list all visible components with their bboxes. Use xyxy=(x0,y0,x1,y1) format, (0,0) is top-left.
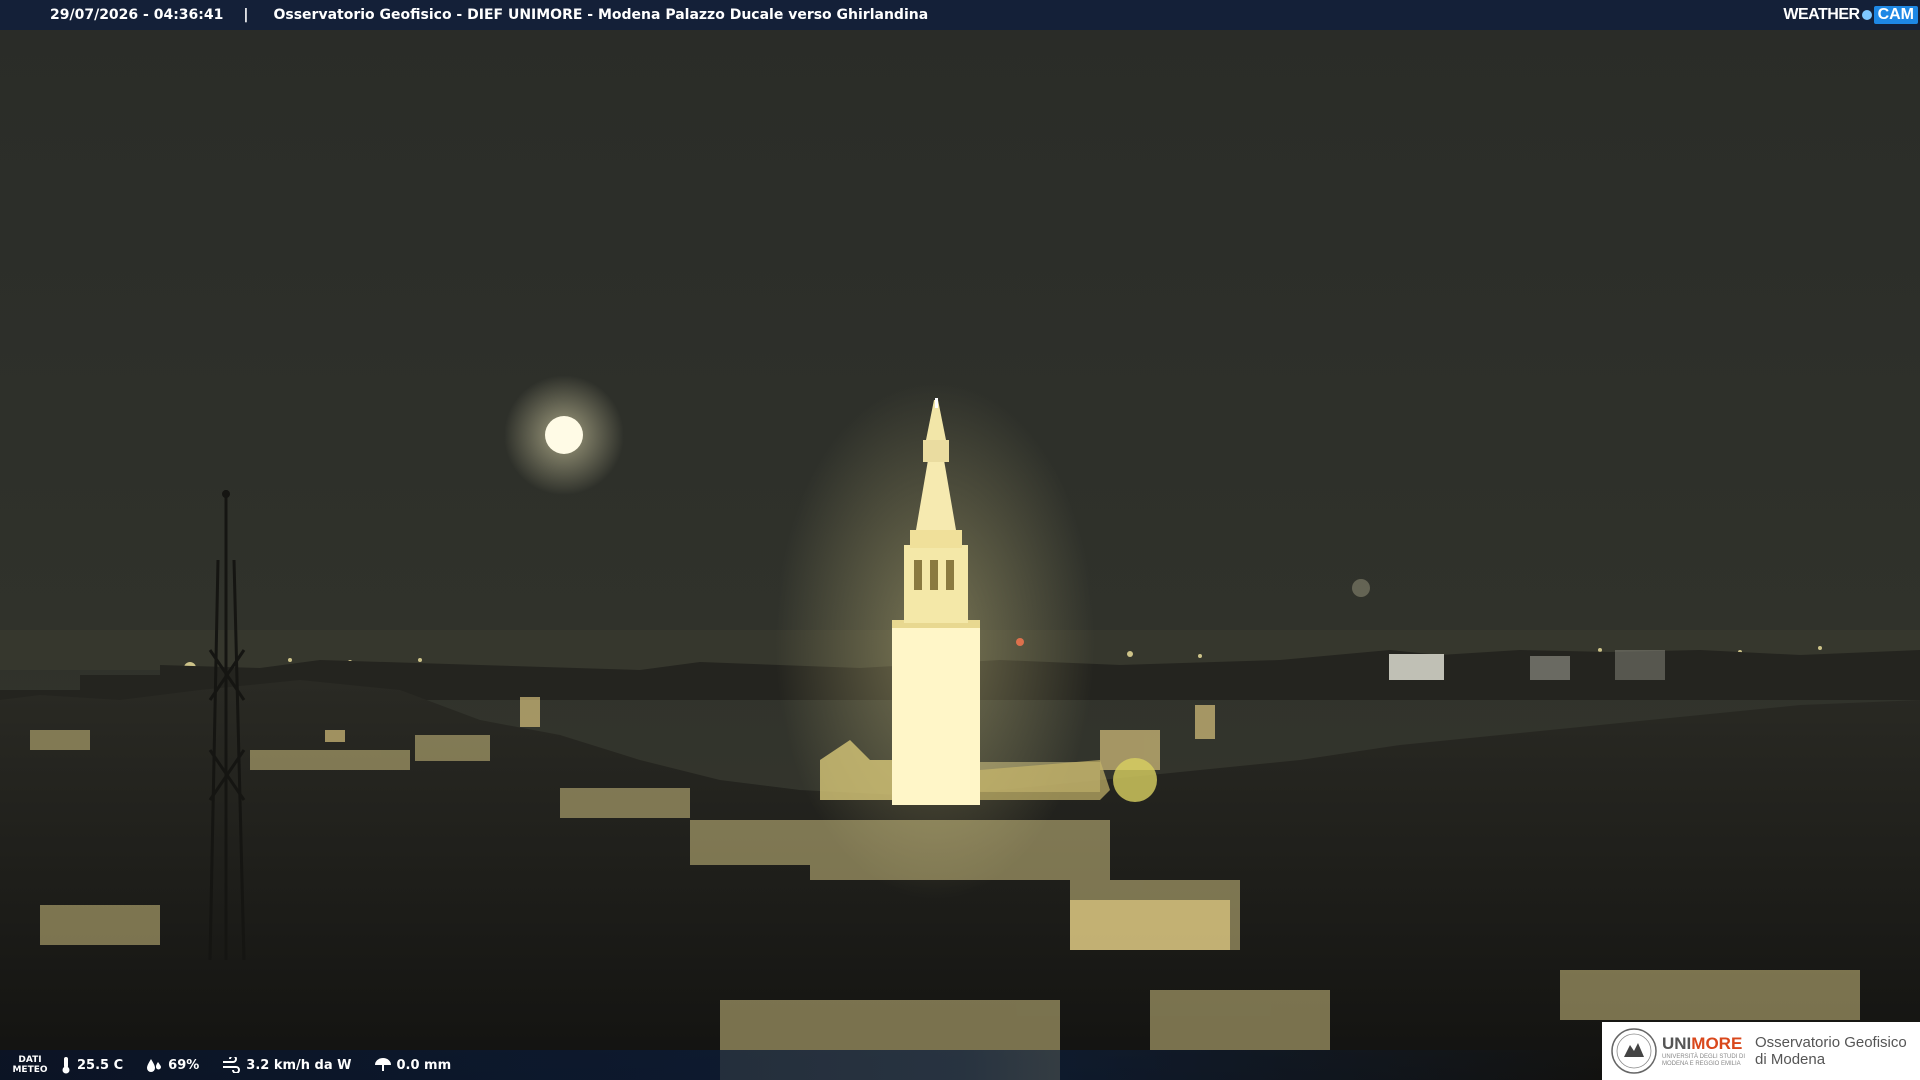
timestamp: 29/07/2026 - 04:36:41 xyxy=(50,7,224,23)
header-bar: 29/07/2026 - 04:36:41 | Osservatorio Geo… xyxy=(0,0,1920,30)
logo-cam-text: CAM xyxy=(1873,6,1918,24)
humidity-value: 69% xyxy=(168,1057,200,1073)
white-building xyxy=(1389,654,1444,680)
more-part: MORE xyxy=(1691,1034,1743,1053)
unimore-subtitle-2: MODENA E REGGIO EMILIA xyxy=(1662,1061,1741,1067)
webcam-view xyxy=(0,0,1920,1080)
logo-dot-icon xyxy=(1861,10,1872,20)
weathercam-logo: WEATHER CAM xyxy=(1783,3,1918,27)
observatory-line-1: Osservatorio Geofisico xyxy=(1755,1034,1907,1051)
rain-reading: 0.0 mm xyxy=(374,1057,452,1073)
umbrella-icon xyxy=(374,1058,391,1071)
logo-weather-text: WEATHER xyxy=(1783,6,1860,23)
dati-label: DATI xyxy=(18,1055,42,1065)
lit-tree xyxy=(1113,758,1157,802)
observatory-line-2: di Modena xyxy=(1755,1051,1826,1068)
unimore-name: UNIMORE xyxy=(1662,1034,1745,1054)
lens-flare xyxy=(1352,579,1370,597)
humidity-reading: 69% xyxy=(145,1057,199,1073)
thermometer-icon xyxy=(62,1057,70,1074)
humidity-drops-icon xyxy=(147,1059,162,1072)
camera-title: Osservatorio Geofisico - DIEF UNIMORE - … xyxy=(273,7,929,23)
unimore-seal-icon xyxy=(1611,1028,1657,1074)
dati-meteo-label: DATI METEO xyxy=(0,1055,60,1075)
moon xyxy=(545,416,583,454)
wind-value: 3.2 km/h da W xyxy=(246,1057,352,1073)
uni-part: UNI xyxy=(1662,1034,1692,1053)
temperature-value: 25.5 C xyxy=(77,1057,124,1073)
observatory-name: Osservatorio Geofisico di Modena xyxy=(1755,1034,1907,1068)
unimore-branding: UNIMORE UNIVERSITÀ DEGLI STUDI DI MODENA… xyxy=(1602,1022,1920,1080)
meteo-bar: DATI METEO 25.5 C 69% 3.2 km/h da W 0.0 … xyxy=(0,1050,1600,1080)
meteo-label: METEO xyxy=(12,1065,48,1075)
unimore-subtitle-1: UNIVERSITÀ DEGLI STUDI DI xyxy=(1662,1054,1746,1060)
temperature-reading: 25.5 C xyxy=(60,1056,123,1074)
wind-icon xyxy=(223,1057,241,1073)
header-separator: | xyxy=(243,7,249,23)
unimore-logo-text: UNIMORE UNIVERSITÀ DEGLI STUDI DI MODENA… xyxy=(1662,1034,1745,1068)
rain-value: 0.0 mm xyxy=(396,1057,452,1073)
wind-reading: 3.2 km/h da W xyxy=(221,1057,352,1073)
